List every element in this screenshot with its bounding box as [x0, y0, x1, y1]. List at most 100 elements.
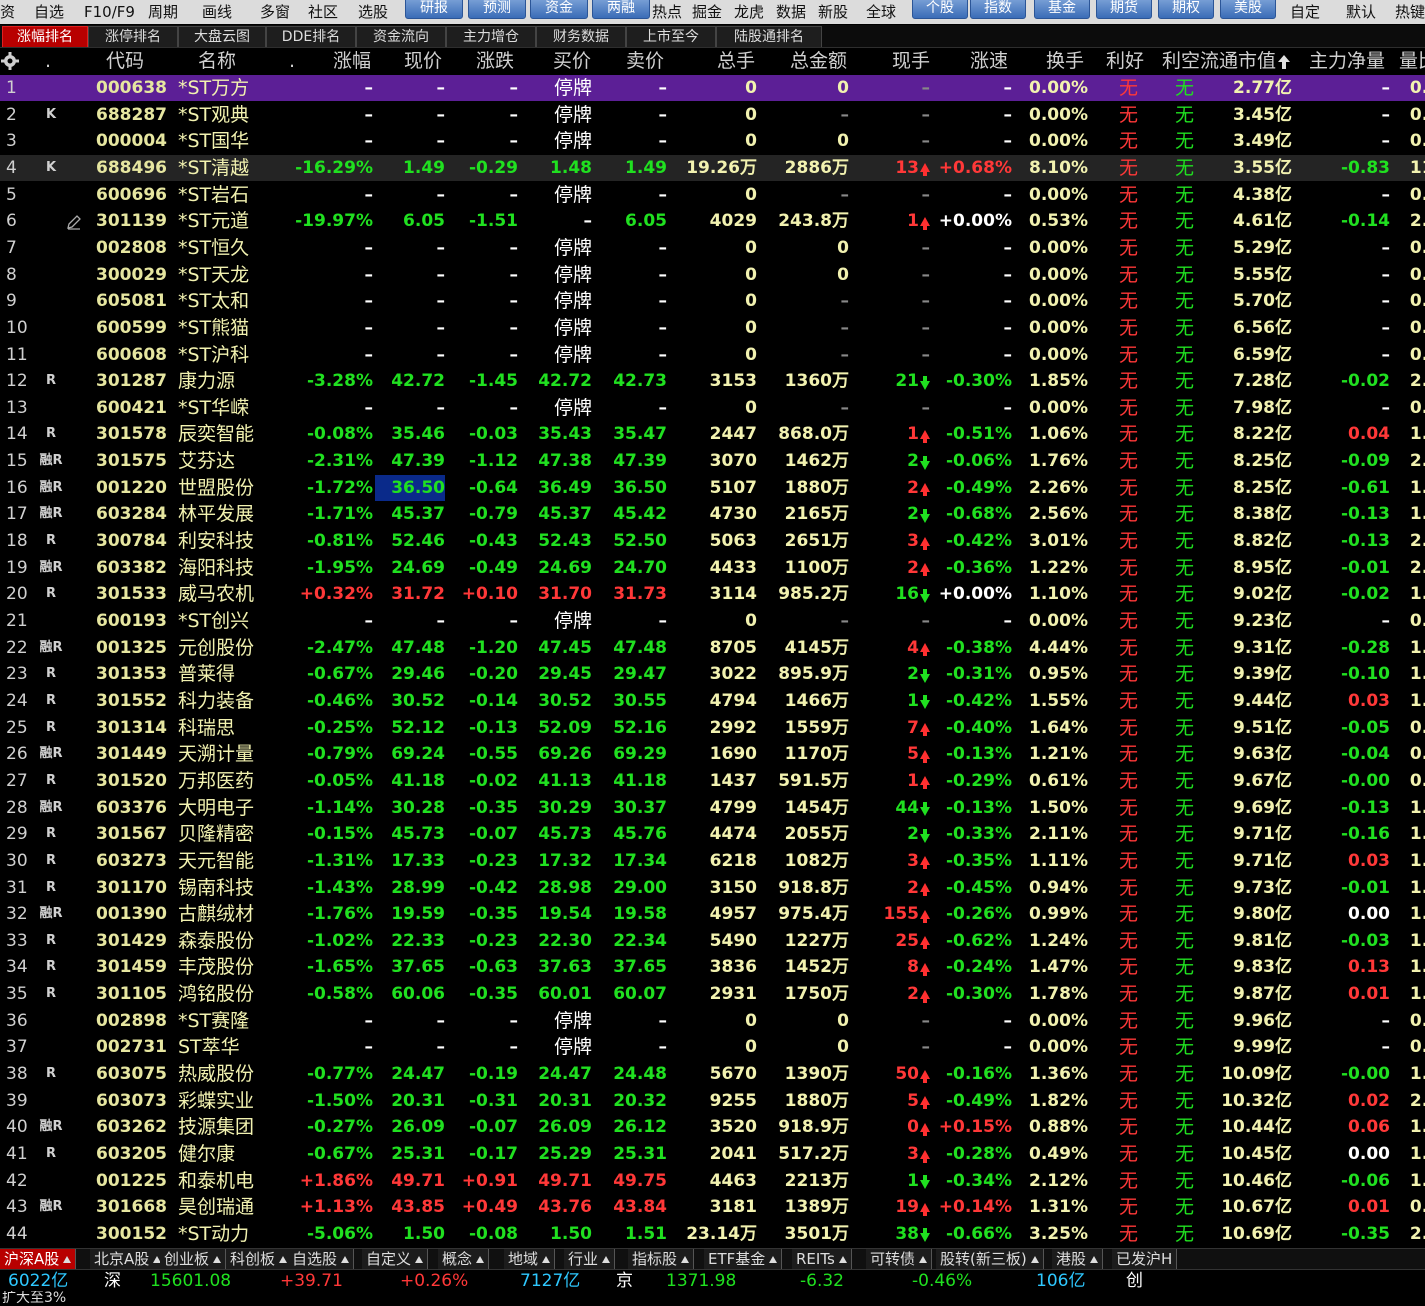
table-row[interactable]: 44 300152 *ST动力 -5.06% 1.50 -0.08 1.50 1.51 23.1…: [0, 1221, 1425, 1247]
header-good-news[interactable]: 利好: [1106, 48, 1144, 74]
stock-name[interactable]: 艾芬达: [178, 448, 278, 474]
stock-code[interactable]: 603073: [96, 1088, 167, 1114]
stock-code[interactable]: 605081: [96, 288, 167, 314]
stock-code[interactable]: 600193: [96, 608, 167, 634]
market-tab-6[interactable]: 概念: [438, 1249, 490, 1269]
table-row[interactable]: 18 R 300784 利安科技 -0.81% 52.46 -0.43 52.43 52.50 5…: [0, 528, 1425, 554]
stock-name[interactable]: *ST岩石: [178, 182, 278, 208]
stock-code[interactable]: 300784: [96, 528, 167, 554]
menu-item-0[interactable]: 资: [0, 0, 15, 24]
stock-name[interactable]: 威马农机: [178, 581, 278, 607]
table-row[interactable]: 41 R 603205 健尔康 -0.67% 25.31 -0.17 25.29 25.31 20…: [0, 1141, 1425, 1167]
table-row[interactable]: 10600599*ST熊猫–––停牌–0–––0.00%无无6.56亿–0.0: [0, 315, 1425, 341]
stock-code[interactable]: 301552: [96, 688, 167, 714]
stock-name[interactable]: 鸿铭股份: [178, 981, 278, 1007]
stock-name[interactable]: *ST太和: [178, 288, 278, 314]
stock-name[interactable]: 大明电子: [178, 795, 278, 821]
menu-button-1[interactable]: 预测: [468, 0, 526, 19]
tab-7[interactable]: 上市至今: [626, 26, 716, 47]
tab-2[interactable]: 大盘云图: [178, 26, 266, 47]
stock-name[interactable]: 世盟股份: [178, 475, 278, 501]
table-row[interactable]: 16 融R 001220 世盟股份 -1.72% 36.50 -0.64 36.49 36.50…: [0, 474, 1425, 501]
table-row[interactable]: 38 R 603075 热威股份 -0.77% 24.47 -0.19 24.47 24.48 5…: [0, 1061, 1425, 1087]
stock-name[interactable]: *ST沪科: [178, 342, 278, 368]
stock-code[interactable]: 301287: [96, 368, 167, 394]
table-row[interactable]: 23 R 301353 普莱得 -0.67% 29.46 -0.20 29.45 29.47 30…: [0, 661, 1425, 687]
stock-code[interactable]: 600599: [96, 315, 167, 341]
table-row[interactable]: 35 R 301105 鸿铭股份 -0.58% 60.06 -0.35 60.01 60.07 2…: [0, 981, 1425, 1007]
stock-name[interactable]: *ST熊猫: [178, 315, 278, 341]
stock-name[interactable]: *ST国华: [178, 128, 278, 154]
stock-name[interactable]: 康力源: [178, 368, 278, 394]
market-tab-10[interactable]: ETF基金: [704, 1249, 783, 1269]
table-row[interactable]: 15 融R 301575 艾芬达 -2.31% 47.39 -1.12 47.38 47.39 3…: [0, 448, 1425, 474]
table-row[interactable]: 19 融R 603382 海阳科技 -1.95% 24.69 -0.49 24.69 24.70…: [0, 555, 1425, 581]
stock-name[interactable]: *ST天龙: [178, 262, 278, 288]
stock-code[interactable]: 600421: [96, 395, 167, 421]
menu-item2-0[interactable]: 热点: [652, 0, 682, 24]
stock-name[interactable]: 辰奕智能: [178, 421, 278, 447]
stock-name[interactable]: 健尔康: [178, 1141, 278, 1167]
stock-code[interactable]: 001225: [96, 1168, 167, 1194]
stock-name[interactable]: 森泰股份: [178, 928, 278, 954]
header-volume[interactable]: 总手: [717, 48, 755, 74]
stock-code[interactable]: 001325: [96, 635, 167, 661]
menu-button2-1[interactable]: 指数: [970, 0, 1026, 19]
stock-name[interactable]: 贝隆精密: [178, 821, 278, 847]
stock-code[interactable]: 603273: [96, 848, 167, 874]
stock-name[interactable]: 昊创瑞通: [178, 1194, 278, 1220]
menu-button-2[interactable]: 资金: [530, 0, 588, 19]
market-tab-13[interactable]: 股转(新三板): [936, 1249, 1044, 1269]
table-row[interactable]: 6 301139 *ST元道 -19.97% 6.05 -1.51 – 6.05 4029 243…: [0, 208, 1425, 234]
stock-code[interactable]: 301668: [96, 1194, 167, 1220]
stock-code[interactable]: 301520: [96, 768, 167, 794]
table-row[interactable]: 34 R 301459 丰茂股份 -1.65% 37.65 -0.63 37.63 37.65 3…: [0, 954, 1425, 980]
market-tab-12[interactable]: 可转债: [866, 1249, 933, 1269]
stock-code[interactable]: 301353: [96, 661, 167, 687]
stock-code[interactable]: 000004: [96, 128, 167, 154]
header-bad-news[interactable]: 利空: [1162, 48, 1200, 74]
header-turnover[interactable]: 换手: [1046, 48, 1084, 74]
market-tab-3[interactable]: 科创板: [226, 1249, 293, 1269]
stock-name[interactable]: 利安科技: [178, 528, 278, 554]
stock-name[interactable]: 科瑞思: [178, 715, 278, 741]
table-row[interactable]: 40 融R 603262 技源集团 -0.27% 26.09 -0.07 26.09 26.12…: [0, 1114, 1425, 1140]
stock-name[interactable]: 林平发展: [178, 501, 278, 527]
stock-name[interactable]: 古麒绒材: [178, 901, 278, 927]
stock-name[interactable]: 天元智能: [178, 848, 278, 874]
stock-code[interactable]: 603376: [96, 795, 167, 821]
stock-code[interactable]: 603075: [96, 1061, 167, 1087]
market-tab-1[interactable]: 北京A股: [90, 1249, 167, 1269]
menu-button2-5[interactable]: 美股: [1220, 0, 1276, 19]
table-row[interactable]: 17 融R 603284 林平发展 -1.71% 45.37 -0.79 45.37 45.42…: [0, 501, 1425, 527]
stock-code[interactable]: 301449: [96, 741, 167, 767]
stock-name[interactable]: 天溯计量: [178, 741, 278, 767]
menu-button2-3[interactable]: 期货: [1096, 0, 1152, 19]
table-row[interactable]: 14 R 301578 辰奕智能 -0.08% 35.46 -0.03 35.43 35.47 2…: [0, 421, 1425, 447]
table-row[interactable]: 27 R 301520 万邦医药 -0.05% 41.18 -0.02 41.13 41.18 1…: [0, 768, 1425, 794]
stock-name[interactable]: 锡南科技: [178, 875, 278, 901]
stock-code[interactable]: 603262: [96, 1114, 167, 1140]
table-row[interactable]: 37002731ST萃华–––停牌–00––0.00%无无9.99亿–0.0: [0, 1034, 1425, 1060]
menu-button-0[interactable]: 研报: [405, 0, 463, 19]
header-main-net[interactable]: 主力净量: [1309, 48, 1385, 74]
tab-1[interactable]: 涨停排名: [88, 26, 178, 47]
menu-item-7[interactable]: 选股: [358, 0, 388, 24]
table-row[interactable]: 8300029*ST天龙–––停牌–00––0.00%无无5.55亿–0.0: [0, 262, 1425, 288]
stock-code[interactable]: 301533: [96, 581, 167, 607]
stock-name[interactable]: *ST元道: [178, 208, 278, 234]
stock-code[interactable]: 301429: [96, 928, 167, 954]
header-volume-ratio[interactable]: 量比: [1399, 48, 1425, 74]
header-bid[interactable]: 买价: [553, 48, 591, 74]
table-row[interactable]: 12 R 301287 康力源 -3.28% 42.72 -1.45 42.72 42.73 31…: [0, 368, 1425, 394]
stock-code[interactable]: 002808: [96, 235, 167, 261]
stock-code[interactable]: 688287: [96, 102, 167, 128]
header-price[interactable]: 现价: [404, 48, 442, 74]
table-row[interactable]: 2K688287*ST观典–––停牌–0–––0.00%无无3.45亿–0.0: [0, 102, 1425, 128]
stock-code[interactable]: 603205: [96, 1141, 167, 1167]
stock-code[interactable]: 001220: [96, 475, 167, 501]
menu-item-4[interactable]: 画线: [202, 0, 232, 24]
stock-code[interactable]: 300029: [96, 262, 167, 288]
table-row[interactable]: 4 K 688496 *ST清越 -16.29% 1.49 -0.29 1.48 1.49 19.…: [0, 154, 1425, 181]
menu-item2-3[interactable]: 数据: [776, 0, 806, 24]
